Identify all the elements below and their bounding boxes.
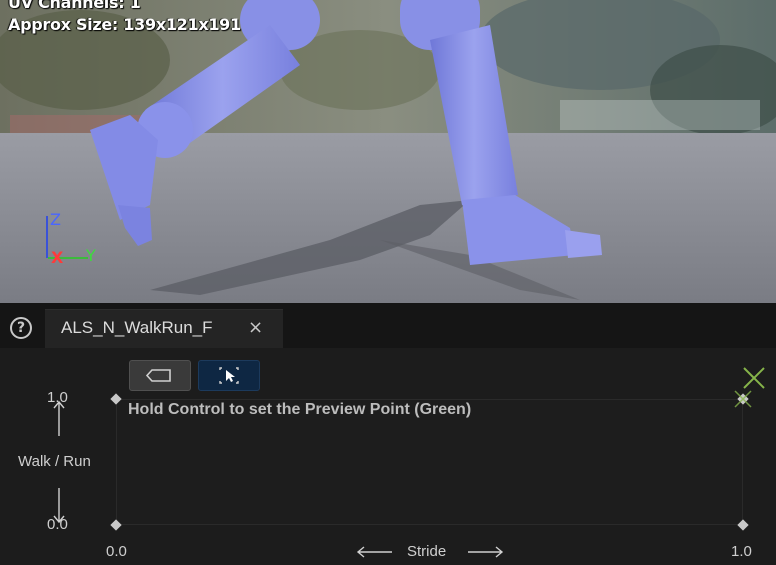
fit-view-button[interactable] bbox=[129, 360, 191, 391]
tab-bar: ? ALS_N_WalkRun_F × bbox=[0, 303, 776, 348]
help-icon[interactable]: ? bbox=[10, 317, 32, 339]
tag-icon bbox=[145, 369, 171, 382]
axis-x-label: X bbox=[51, 248, 64, 267]
axis-y-label: Y bbox=[86, 246, 96, 265]
cursor-select-icon bbox=[219, 367, 239, 384]
x-axis-max: 1.0 bbox=[731, 543, 752, 560]
axis-z-label: Z bbox=[50, 210, 61, 229]
x-axis-label: Stride bbox=[407, 543, 447, 560]
preview-viewport[interactable]: UV Channels: 1 Approx Size: 139x121x191 … bbox=[0, 0, 776, 303]
preview-point-cross bbox=[734, 390, 752, 408]
viewport-scene bbox=[0, 0, 776, 303]
blend-space-editor: Hold Control to set the Preview Point (G… bbox=[0, 348, 776, 565]
preview-hint-text: Hold Control to set the Preview Point (G… bbox=[128, 401, 472, 418]
tab-als-n-walkrun-f[interactable]: ALS_N_WalkRun_F × bbox=[45, 309, 283, 348]
arrow-right-icon bbox=[468, 546, 504, 558]
uv-channels-readout: UV Channels: 1 bbox=[8, 0, 141, 12]
arrow-up-icon bbox=[53, 400, 65, 436]
select-tool-button[interactable] bbox=[198, 360, 260, 391]
x-axis-min: 0.0 bbox=[106, 543, 127, 560]
tab-label: ALS_N_WalkRun_F bbox=[61, 318, 213, 337]
preview-point-marker[interactable] bbox=[742, 366, 766, 390]
close-icon[interactable]: × bbox=[248, 317, 263, 338]
approx-size-readout: Approx Size: 139x121x191 bbox=[8, 15, 241, 34]
axis-gizmo: Z X Y bbox=[40, 208, 110, 268]
arrow-left-icon bbox=[356, 546, 392, 558]
y-axis-label: Walk / Run bbox=[18, 453, 91, 470]
y-axis-min: 0.0 bbox=[47, 516, 68, 533]
